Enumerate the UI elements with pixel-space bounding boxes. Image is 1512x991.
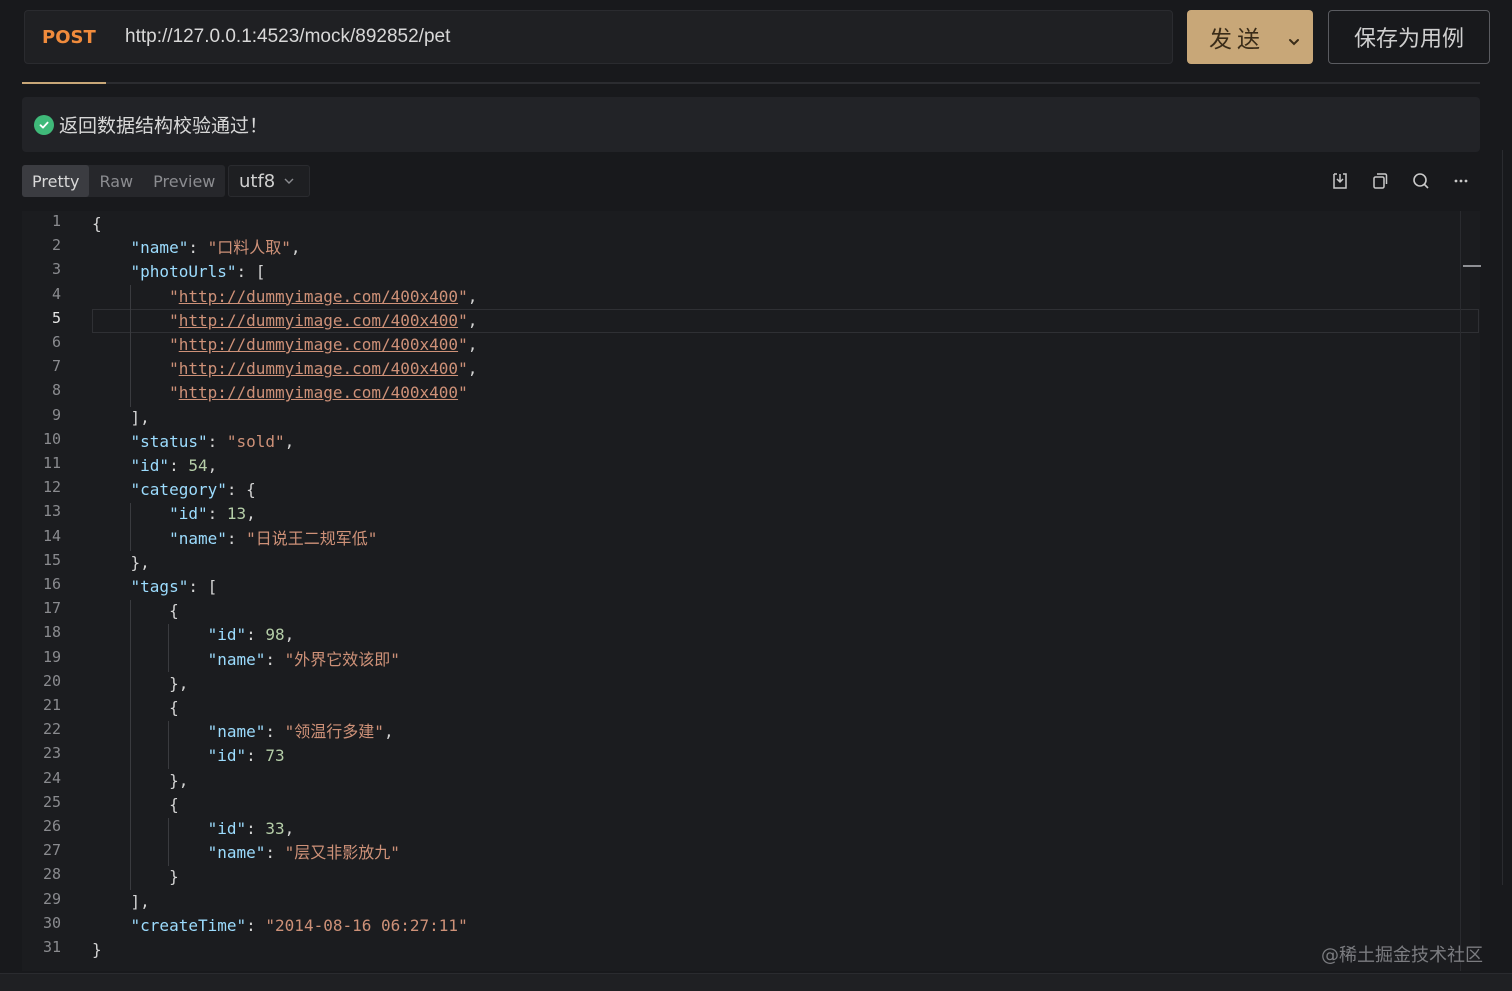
panel-divider [1502, 150, 1503, 885]
line-number: 15 [42, 550, 61, 569]
tab-raw[interactable]: Raw [89, 165, 143, 197]
line-number: 27 [42, 841, 61, 860]
tab-pretty[interactable]: Pretty [22, 165, 90, 197]
line-number: 18 [42, 623, 61, 642]
line-number: 7 [51, 357, 61, 376]
code-line: "category": { [130, 480, 256, 500]
watermark: @稀土掘金技术社区 [1321, 945, 1483, 966]
line-number: 14 [42, 526, 61, 545]
line-number: 4 [51, 284, 61, 303]
scroll-thumb[interactable] [1463, 265, 1481, 267]
code-line: "name": "口料人取", [130, 238, 301, 258]
line-number: 26 [42, 817, 61, 835]
line-number: 6 [51, 333, 61, 351]
line-number: 28 [42, 865, 61, 884]
line-number: 8 [51, 381, 61, 400]
line-number: 23 [42, 744, 61, 763]
search-icon[interactable] [1410, 170, 1432, 192]
check-circle-icon [34, 114, 54, 135]
more-icon[interactable] [1450, 170, 1472, 192]
http-method[interactable]: POST [25, 27, 125, 48]
response-body-editor[interactable]: 1 2 3 4 5 6 7 8 9 10 11 12 13 14 15 16 17 18 19 20 21 22 23 24 2… [22, 211, 1480, 971]
code-line: "id": 13, [169, 504, 256, 524]
code-line: "name": "外界它效该即" [207, 649, 400, 669]
line-number: 19 [42, 647, 61, 666]
chevron-down-icon [283, 171, 295, 192]
code-line: "id": 33, [207, 819, 295, 838]
copy-icon[interactable] [1369, 170, 1391, 192]
response-view-tabs: Pretty Raw Preview [22, 165, 226, 197]
code-line: }, [169, 673, 189, 693]
download-icon[interactable] [1329, 170, 1351, 192]
code-line: "http://dummyimage.com/400x400", [169, 335, 478, 354]
line-number: 29 [42, 889, 61, 908]
line-number: 21 [42, 696, 61, 714]
line-number: 10 [42, 429, 61, 448]
code-line: "name": "日说王二规军低" [169, 528, 378, 548]
code-line: "tags": [ [130, 577, 218, 596]
validation-banner: 返回数据结构校验通过！ [22, 97, 1480, 152]
line-number: 3 [51, 260, 61, 279]
code-line: "name": "层又非影放九" [207, 843, 400, 863]
url-input[interactable] [125, 26, 1172, 48]
code-line: } [92, 940, 102, 959]
line-number: 12 [42, 478, 61, 497]
line-number: 9 [51, 405, 61, 424]
line-number: 17 [42, 599, 61, 618]
code-line: "http://dummyimage.com/400x400" [169, 383, 468, 403]
line-number: 5 [51, 308, 61, 327]
code-line: "photoUrls": [ [130, 262, 266, 282]
line-number: 24 [42, 768, 61, 787]
encoding-select[interactable]: utf8 [228, 165, 310, 197]
encoding-value: utf8 [239, 170, 276, 192]
response-tab-strip [22, 82, 1480, 84]
code-line: "id": 73 [207, 746, 285, 766]
line-number: 20 [42, 671, 61, 690]
line-number: 13 [42, 502, 61, 521]
chevron-down-icon[interactable] [1287, 29, 1301, 55]
line-number: 30 [42, 913, 61, 932]
line-number: 16 [42, 575, 61, 593]
request-url-bar: POST [24, 10, 1173, 64]
code-line: "status": "sold", [130, 431, 295, 451]
status-bar [0, 973, 1512, 991]
code-line: "name": "领温行多建", [207, 722, 394, 742]
code-line: "http://dummyimage.com/400x400", [169, 286, 478, 306]
save-as-case-button[interactable]: 保存为用例 [1328, 10, 1490, 64]
code-line: "http://dummyimage.com/400x400", [169, 359, 478, 379]
code-line: } [169, 867, 179, 887]
code-line: "createTime": "2014-08-16 06:27:11" [130, 915, 468, 935]
code-line: "http://dummyimage.com/400x400", [169, 310, 478, 330]
line-number: 1 [51, 212, 61, 230]
line-number: 25 [42, 792, 61, 811]
line-number: 11 [42, 454, 61, 472]
send-button[interactable]: 发送 [1187, 10, 1313, 64]
code-line: { [92, 214, 102, 233]
active-tab-indicator [22, 82, 106, 84]
tab-preview[interactable]: Preview [143, 165, 225, 197]
code-line: { [169, 698, 179, 717]
code-line: "id": 54, [130, 456, 218, 475]
code-line: { [169, 601, 179, 621]
line-number: 22 [42, 720, 61, 739]
code-line: { [169, 794, 179, 814]
code-line: ], [130, 891, 150, 911]
code-line: ], [130, 407, 150, 427]
editor-scrollbar[interactable] [1460, 211, 1481, 971]
line-number: 31 [42, 938, 61, 956]
validation-message: 返回数据结构校验通过！ [59, 115, 269, 137]
code-line: }, [169, 770, 189, 790]
line-number: 2 [51, 236, 61, 255]
send-button-label: 发送 [1209, 27, 1265, 53]
code-line: "id": 98, [207, 625, 295, 645]
code-line: }, [130, 552, 150, 572]
